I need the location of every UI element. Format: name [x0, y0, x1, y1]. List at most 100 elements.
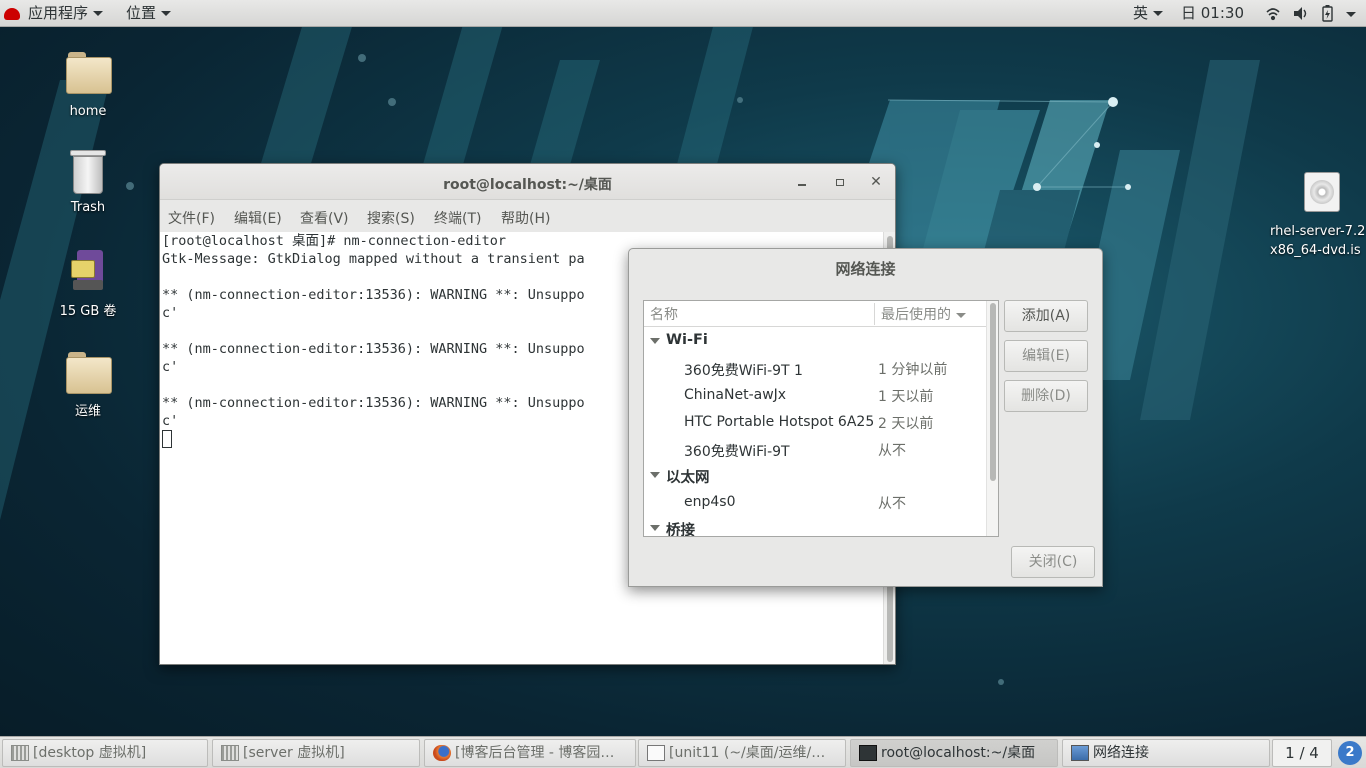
taskbar-item-label: [server 虚拟机]	[243, 745, 345, 761]
terminal-line: Gtk-Message: GtkDialog mapped without a …	[162, 251, 585, 267]
applications-menu[interactable]: 应用程序	[4, 3, 104, 24]
connection-name: HTC Portable Hotspot 6A25	[684, 414, 875, 430]
close-button[interactable]: ✕	[866, 172, 886, 192]
column-header-label: 最后使用的	[881, 307, 951, 323]
terminal-menubar: 文件(F) 编辑(E) 查看(V) 搜索(S) 终端(T) 帮助(H)	[160, 200, 895, 232]
list-item[interactable]: enp4s0 从不	[644, 489, 986, 516]
group-row-bridge[interactable]: 桥接	[644, 515, 986, 537]
window-title: root@localhost:~/桌面	[443, 177, 612, 193]
maximize-button[interactable]	[830, 172, 850, 192]
close-icon: ✕	[870, 174, 882, 190]
group-label: 桥接	[666, 523, 695, 537]
terminal-icon	[859, 745, 877, 761]
column-header-name[interactable]: 名称	[650, 304, 678, 324]
connection-last-used: 2 天以前	[878, 416, 934, 432]
connection-name: 360免费WiFi-9T	[684, 444, 790, 460]
input-method-label: 英	[1133, 4, 1149, 22]
terminal-titlebar[interactable]: root@localhost:~/桌面 ✕	[160, 164, 895, 200]
expander-down-icon[interactable]	[650, 338, 660, 344]
taskbar-item-label: [unit11 (~/桌面/运维/…	[669, 745, 826, 761]
desktop-icon-label: rhel-server-7.2-	[1270, 224, 1366, 239]
list-item[interactable]: ChinaNet-awJx 1 天以前	[644, 382, 986, 409]
trash-icon	[70, 150, 106, 194]
chevron-down-icon	[161, 11, 172, 16]
menu-edit[interactable]: 编辑(E)	[234, 208, 282, 228]
home-folder-icon	[66, 52, 112, 94]
scrollbar-thumb[interactable]	[990, 303, 996, 481]
terminal-line: c'	[162, 413, 179, 429]
wifi-icon	[1266, 8, 1280, 21]
connection-last-used: 1 分钟以前	[878, 362, 948, 378]
desktop-icon-yunwei[interactable]: 运维	[38, 352, 138, 419]
menu-search[interactable]: 搜索(S)	[367, 208, 415, 228]
desktop-icon-label: Trash	[70, 200, 106, 215]
taskbar-item-network[interactable]: 网络连接	[1062, 739, 1270, 767]
minimize-button[interactable]	[792, 172, 812, 192]
desktop-icon-label: 运维	[74, 404, 101, 419]
group-row-ethernet[interactable]: 以太网	[644, 462, 986, 489]
column-header-last-used[interactable]: 最后使用的	[881, 304, 966, 324]
taskbar-item-desktop-vm[interactable]: [desktop 虚拟机]	[2, 739, 208, 767]
connection-list[interactable]: 名称 最后使用的 Wi-Fi 360免费WiFi-9T 1 1 分钟以前 Chi…	[643, 300, 999, 537]
add-button[interactable]: 添加(A)	[1004, 300, 1088, 332]
sort-down-icon	[956, 312, 966, 318]
desktop-icon-trash[interactable]: Trash	[38, 150, 138, 215]
desktop-icon-dvd[interactable]: rhel-server-7.2- x86_64-dvd.is	[1266, 172, 1366, 258]
list-scrollbar[interactable]	[986, 301, 998, 536]
delete-button[interactable]: 删除(D)	[1004, 380, 1088, 412]
close-dialog-button[interactable]: 关闭(C)	[1011, 546, 1095, 578]
terminal-line: c'	[162, 305, 179, 321]
connection-last-used: 1 天以前	[878, 389, 934, 405]
menu-file[interactable]: 文件(F)	[168, 208, 215, 228]
applications-label: 应用程序	[28, 4, 89, 22]
clock-label: 日 01:30	[1181, 4, 1244, 22]
list-item[interactable]: 360免费WiFi-9T 从不	[644, 436, 986, 463]
connection-name: enp4s0	[684, 494, 736, 510]
taskbar-item-label: [desktop 虚拟机]	[33, 745, 147, 761]
connection-last-used: 从不	[878, 496, 906, 512]
notification-count-badge[interactable]: 2	[1338, 741, 1362, 765]
desktop-icon-home[interactable]: home	[38, 52, 138, 119]
edit-button[interactable]: 编辑(E)	[1004, 340, 1088, 372]
taskbar-item-firefox[interactable]: [博客后台管理 - 博客园…	[424, 739, 636, 767]
group-row-wifi[interactable]: Wi-Fi	[644, 328, 986, 355]
battery-icon	[1322, 5, 1333, 22]
terminal-line: ** (nm-connection-editor:13536): WARNING…	[162, 341, 585, 357]
network-icon	[1071, 745, 1089, 761]
redhat-logo-icon	[4, 7, 20, 20]
taskbar-item-label: 网络连接	[1093, 745, 1149, 761]
system-status-icons	[1266, 5, 1356, 22]
menu-view[interactable]: 查看(V)	[300, 208, 349, 228]
expander-down-icon[interactable]	[650, 472, 660, 478]
disc-icon	[1304, 172, 1340, 212]
taskbar-item-editor[interactable]: [unit11 (~/桌面/运维/…	[638, 739, 846, 767]
vm-icon	[221, 745, 239, 761]
input-method-menu[interactable]: 英	[1133, 3, 1164, 24]
system-status-menu[interactable]	[1264, 3, 1364, 24]
terminal-line: ** (nm-connection-editor:13536): WARNING…	[162, 395, 585, 411]
terminal-line: ** (nm-connection-editor:13536): WARNING…	[162, 287, 585, 303]
group-label: 以太网	[666, 470, 710, 486]
list-item[interactable]: 360免费WiFi-9T 1 1 分钟以前	[644, 355, 986, 382]
expander-down-icon[interactable]	[650, 525, 660, 531]
folder-icon	[66, 352, 112, 394]
places-label: 位置	[126, 4, 157, 22]
terminal-line: c'	[162, 359, 179, 375]
taskbar-item-label: [博客后台管理 - 博客园…	[455, 745, 615, 761]
desktop-icon-volume[interactable]: 15 GB 卷	[38, 250, 138, 319]
clock[interactable]: 日 01:30	[1181, 3, 1244, 24]
taskbar-item-server-vm[interactable]: [server 虚拟机]	[212, 739, 420, 767]
taskbar-item-terminal[interactable]: root@localhost:~/桌面	[850, 739, 1058, 767]
desktop-icon-label: 15 GB 卷	[59, 304, 117, 319]
workspace-switcher[interactable]: 1 / 4	[1272, 739, 1332, 767]
volume-icon	[1294, 7, 1307, 20]
menu-terminal[interactable]: 终端(T)	[434, 208, 481, 228]
text-editor-icon	[647, 745, 665, 761]
menu-help[interactable]: 帮助(H)	[501, 208, 550, 228]
connection-name: ChinaNet-awJx	[684, 387, 787, 403]
list-item[interactable]: HTC Portable Hotspot 6A25 2 天以前	[644, 409, 986, 436]
network-connections-dialog[interactable]: 网络连接 名称 最后使用的 Wi-Fi 360免费WiFi-9T 1 1 分钟以…	[628, 248, 1103, 587]
vm-icon	[11, 745, 29, 761]
places-menu[interactable]: 位置	[126, 3, 172, 24]
chevron-down-icon	[1346, 12, 1356, 17]
